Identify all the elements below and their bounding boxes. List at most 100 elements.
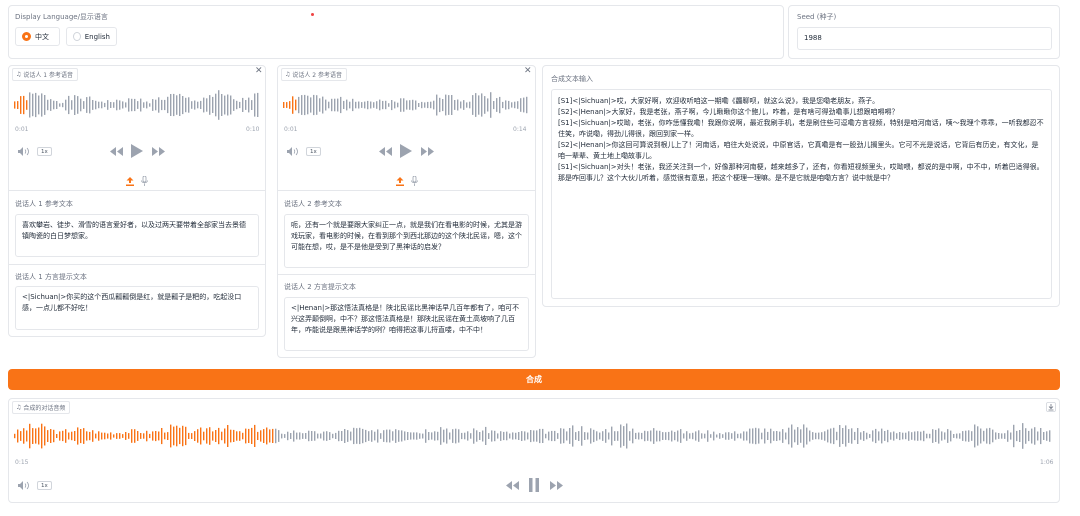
- waveform-bar: [469, 101, 471, 109]
- waveform-bar: [509, 433, 511, 439]
- upload-icon[interactable]: [126, 177, 134, 186]
- waveform-bar: [245, 428, 247, 444]
- play-icon[interactable]: [400, 144, 412, 158]
- waveform-bar: [188, 97, 190, 113]
- waveform-bar: [170, 424, 172, 448]
- waveform-bar: [377, 429, 379, 443]
- waveform-bar: [134, 98, 136, 112]
- speaker1-time-end: 0:10: [246, 126, 260, 133]
- fast-forward-icon[interactable]: [550, 481, 563, 490]
- waveform-bar: [395, 429, 397, 443]
- waveform-bar: [422, 433, 424, 439]
- waveform-bar: [536, 430, 538, 442]
- waveform-bar: [749, 428, 751, 444]
- waveform-bar: [737, 433, 739, 439]
- fast-forward-icon[interactable]: [152, 147, 165, 156]
- waveform-bar: [412, 99, 414, 111]
- waveform-bar: [304, 94, 306, 116]
- waveform-bar: [731, 433, 733, 439]
- waveform-bar: [758, 428, 760, 444]
- output-time-end: 1:06: [1040, 459, 1054, 466]
- waveform-bar: [26, 100, 28, 110]
- waveform-bar: [953, 434, 955, 438]
- speaker1-dialect-input[interactable]: <|Sichuan|>你买的这个西瓜瓤瓤倒是红，就是瓤子是粑的，吃起没口感，一点…: [15, 286, 259, 330]
- waveform-bar: [376, 101, 378, 109]
- output-speed-button[interactable]: 1x: [37, 481, 52, 490]
- waveform-bar: [629, 431, 631, 441]
- waveform-bar: [944, 432, 946, 440]
- synthesize-button[interactable]: 合成: [8, 369, 1060, 390]
- waveform-bar: [998, 433, 1000, 439]
- waveform-bar: [977, 426, 979, 446]
- waveform-bar: [14, 433, 16, 439]
- rewind-icon[interactable]: [379, 147, 392, 156]
- seed-input[interactable]: 1988: [797, 27, 1052, 50]
- waveform-bar: [140, 433, 142, 439]
- waveform-bar: [281, 433, 283, 439]
- waveform-bar: [530, 430, 532, 443]
- waveform-bar: [566, 431, 568, 441]
- waveform-bar: [554, 430, 556, 442]
- waveform-bar: [164, 99, 166, 111]
- waveform-bar: [743, 431, 745, 441]
- volume-icon[interactable]: [18, 147, 30, 156]
- waveform-bar: [200, 100, 202, 109]
- waveform-bar: [44, 426, 46, 446]
- speaker2-dialect-input[interactable]: <|Henan|>那这悟法真格是！陕北民谣比黑神话早几百年都有了，咱可不兴这弄颠…: [284, 297, 529, 351]
- waveform-bar: [896, 433, 898, 439]
- waveform-bar: [245, 100, 247, 110]
- speaker2-ref-text-label: 说话人 2 参考文本: [284, 200, 342, 208]
- waveform-bar: [794, 429, 796, 443]
- waveform-bar: [995, 432, 997, 440]
- upload-icon[interactable]: [396, 177, 404, 186]
- waveform-bar: [110, 432, 112, 440]
- waveform-bar: [293, 430, 295, 442]
- rewind-icon[interactable]: [506, 481, 519, 490]
- microphone-icon[interactable]: [411, 176, 418, 186]
- waveform-bar: [206, 428, 208, 444]
- volume-icon[interactable]: [18, 481, 30, 490]
- waveform-bar: [89, 96, 91, 114]
- speaker2-waveform[interactable]: [283, 90, 529, 120]
- language-option-en[interactable]: English: [66, 27, 117, 46]
- waveform-bar: [650, 430, 652, 442]
- waveform-bar: [242, 97, 244, 112]
- waveform-bar: [929, 433, 931, 439]
- waveform-bar: [487, 98, 489, 112]
- waveform-bar: [326, 431, 328, 441]
- speaker2-audio-label: 说话人 2 参考语音: [292, 72, 343, 79]
- volume-icon[interactable]: [287, 147, 299, 156]
- synth-line: [S2]<|Henan|>大家好，我是老张，燕子啊，今儿瞅瞅你这个鲍儿，咋着，是…: [558, 108, 899, 116]
- speaker1-speed-button[interactable]: 1x: [37, 147, 52, 156]
- waveform-bar: [302, 433, 304, 439]
- waveform-bar: [272, 428, 274, 443]
- waveform-bar: [314, 431, 316, 441]
- download-icon[interactable]: [1046, 402, 1056, 412]
- speaker2-speed-button[interactable]: 1x: [306, 147, 321, 156]
- speaker2-ref-text-input[interactable]: 呃，还有一个就是要跟大家纠正一点，就是我们在看电影的时候，尤其是游戏玩家，看电影…: [284, 214, 529, 268]
- fast-forward-icon[interactable]: [421, 147, 434, 156]
- microphone-icon[interactable]: [141, 176, 148, 186]
- waveform-bar: [857, 428, 859, 444]
- waveform-bar: [347, 430, 349, 442]
- waveform-bar: [368, 431, 370, 441]
- waveform-bar: [95, 433, 97, 439]
- rewind-icon[interactable]: [110, 147, 123, 156]
- waveform-bar: [296, 432, 298, 440]
- waveform-bar: [430, 101, 432, 109]
- language-option-zh[interactable]: 中文: [15, 27, 60, 46]
- output-waveform[interactable]: [14, 422, 1054, 450]
- pause-icon[interactable]: [529, 478, 539, 492]
- waveform-bar: [68, 432, 70, 440]
- waveform-bar: [119, 100, 121, 110]
- waveform-bar: [337, 98, 339, 112]
- waveform-bar: [959, 433, 961, 439]
- waveform-bar: [425, 429, 427, 443]
- speaker1-waveform[interactable]: [14, 90, 260, 120]
- waveform-bar: [671, 430, 673, 442]
- synth-text-input[interactable]: [S1]<|Sichuan|>哎，大家好啊，欢迎收听咱这一期嘞《龘聊呗，就这么说…: [551, 89, 1052, 299]
- speaker1-ref-text-input[interactable]: 喜欢攀岩、徒步、滑雪的语言爱好者，以及过两天要带着全部家当去景德镇陶瓷的白日梦想…: [15, 214, 259, 257]
- waveform-bar: [716, 434, 718, 438]
- waveform-bar: [863, 431, 865, 441]
- play-icon[interactable]: [131, 144, 143, 158]
